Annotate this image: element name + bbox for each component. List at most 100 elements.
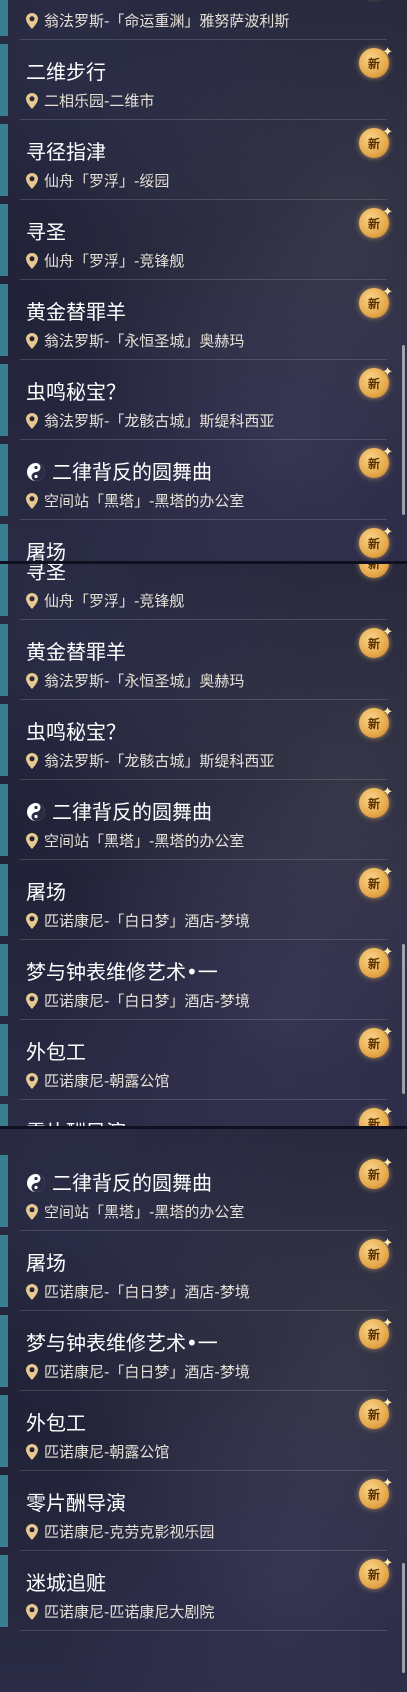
new-badge: 新✦ xyxy=(359,365,393,402)
quest-title: 二维步行 xyxy=(26,60,106,84)
quest-location: 空间站「黑塔」-黑塔的办公室 xyxy=(26,1201,244,1222)
quest-location: 翁法罗斯-「龙骸古城」斯缇科西亚 xyxy=(26,410,274,431)
quest-item[interactable]: 黄金替罪羊 翁法罗斯-「永恒圣城」奥赫玛 新 ✦ xyxy=(0,280,407,360)
quest-title: 零片酬导演 xyxy=(26,1491,126,1515)
new-badge: 新✦ xyxy=(359,1105,393,1126)
quest-item[interactable]: 梦与钟表维修艺术•一 匹诺康尼-「白日梦」酒店-梦境 新 ✦ xyxy=(0,1311,407,1391)
sparkle-icon: ✦ xyxy=(382,705,393,720)
new-badge: 新✦ xyxy=(359,205,393,242)
quest-location: 匹诺康尼-「白日梦」酒店-梦境 xyxy=(26,1361,250,1382)
quest-location: 匹诺康尼-「白日梦」酒店-梦境 xyxy=(26,910,250,931)
quest-item[interactable]: 寻圣仙舟「罗浮」-竞锋舰 新✦ xyxy=(0,564,407,620)
quest-title: 黄金替罪羊 xyxy=(26,640,126,664)
quest-item[interactable]: 屠场 匹诺康尼-「白日梦」酒店-梦境 新 ✦ xyxy=(0,1231,407,1311)
quest-accent-bar xyxy=(0,1395,8,1467)
row-separator xyxy=(20,1630,387,1631)
quest-item[interactable]: 外包工 匹诺康尼-朝露公馆 新 ✦ xyxy=(0,1020,407,1100)
sparkle-icon: ✦ xyxy=(382,1396,393,1411)
new-badge: 新✦ xyxy=(359,0,393,2)
location-pin-icon xyxy=(26,832,38,849)
sparkle-icon: ✦ xyxy=(382,1025,393,1040)
quest-title: 外包工 xyxy=(26,1411,86,1435)
location-pin-icon xyxy=(26,1203,38,1220)
quest-item[interactable]: 翁法罗斯-「命运重渊」雅努萨波利斯 新✦ xyxy=(0,0,407,40)
quest-title: 黄金替罪羊 xyxy=(26,300,126,324)
quest-title: 虫鸣秘宝？ xyxy=(26,380,126,404)
quest-list: 二律背反的圆舞曲 空间站「黑塔」-黑塔的办公室新 ✦ 屠场 匹诺康尼-「白日梦」酒店-梦… xyxy=(0,1151,407,1631)
quest-item[interactable]: 二维步行 二相乐园-二维市 新 ✦ xyxy=(0,40,407,120)
panel-1: 翁法罗斯-「命运重渊」雅努萨波利斯新✦二维步行二相乐园-二维市新✦寻径指津仙舟「… xyxy=(0,0,407,561)
quest-location: 仙舟「罗浮」-竞锋舰 xyxy=(26,250,184,271)
new-badge: 新✦ xyxy=(359,1236,393,1273)
new-badge: 新✦ xyxy=(359,285,393,322)
quest-accent-bar xyxy=(0,1155,8,1227)
quest-accent-bar xyxy=(0,1104,8,1126)
quest-item[interactable]: 二律背反的圆舞曲 空间站「黑塔」-黑塔的办公室 新 ✦ xyxy=(0,440,407,520)
sparkle-icon: ✦ xyxy=(382,285,393,300)
new-badge: 新✦ xyxy=(359,564,393,582)
quest-title: 寻圣 xyxy=(26,220,66,244)
new-badge: 新✦ xyxy=(359,705,393,742)
new-badge: 新✦ xyxy=(359,785,393,822)
quest-title: 迷城追赃 xyxy=(26,1571,106,1595)
scrollbar[interactable] xyxy=(402,944,405,1094)
quest-item[interactable]: 寻径指津 仙舟「罗浮」-绥园 新 ✦ xyxy=(0,120,407,200)
quest-item[interactable]: 屠场 新 ✦ xyxy=(0,520,407,561)
scrollbar[interactable] xyxy=(402,1563,405,1673)
new-badge: 新✦ xyxy=(359,865,393,902)
quest-title: 零片酬导演 xyxy=(26,1116,126,1126)
sparkle-icon: ✦ xyxy=(382,625,393,640)
quest-accent-bar xyxy=(0,864,8,936)
quest-title: 梦与钟表维修艺术•一 xyxy=(26,960,218,984)
sparkle-icon: ✦ xyxy=(382,45,393,60)
location-pin-icon xyxy=(26,1443,38,1460)
quest-location: 空间站「黑塔」-黑塔的办公室 xyxy=(26,830,244,851)
sparkle-icon: ✦ xyxy=(382,785,393,800)
location-pin-icon xyxy=(26,492,38,509)
new-badge: 新✦ xyxy=(359,625,393,662)
quest-accent-bar xyxy=(0,1024,8,1096)
quest-list: 寻圣仙舟「罗浮」-竞锋舰新✦黄金替罪羊翁法罗斯-「永恒圣城」奥赫玛新✦虫鸣秘宝？… xyxy=(0,564,407,1126)
quest-list: 翁法罗斯-「命运重渊」雅努萨波利斯新✦二维步行二相乐园-二维市新✦寻径指津仙舟「… xyxy=(0,0,407,561)
scrollbar[interactable] xyxy=(402,345,405,515)
quest-title: 屠场 xyxy=(26,540,66,561)
quest-location: 匹诺康尼-朝露公馆 xyxy=(26,1441,169,1462)
sparkle-icon: ✦ xyxy=(382,945,393,960)
panel-3: 二律背反的圆舞曲 空间站「黑塔」-黑塔的办公室新 ✦ 屠场 匹诺康尼-「白日梦」酒店-梦… xyxy=(0,1129,407,1692)
sparkle-icon: ✦ xyxy=(382,445,393,460)
quest-item[interactable]: 外包工 匹诺康尼-朝露公馆 新 ✦ xyxy=(0,1391,407,1471)
sparkle-icon: ✦ xyxy=(382,1105,393,1120)
quest-item[interactable]: 零片酬导演 新✦ xyxy=(0,1100,407,1126)
location-pin-icon xyxy=(26,172,38,189)
quest-item[interactable]: 寻圣仙舟「罗浮」-竞锋舰 新✦ xyxy=(0,200,407,280)
quest-accent-bar xyxy=(0,0,8,36)
sparkle-icon: ✦ xyxy=(382,1156,393,1171)
quest-item[interactable]: 黄金替罪羊 翁法罗斯-「永恒圣城」奥赫玛 新 ✦ xyxy=(0,620,407,700)
quest-accent-bar xyxy=(0,704,8,776)
quest-location: 仙舟「罗浮」-竞锋舰 xyxy=(26,590,184,611)
quest-item[interactable]: 二律背反的圆舞曲 空间站「黑塔」-黑塔的办公室 新 ✦ xyxy=(0,780,407,860)
location-pin-icon xyxy=(26,752,38,769)
sparkle-icon: ✦ xyxy=(382,865,393,880)
quest-item[interactable]: 零片酬导演 匹诺康尼-克劳克影视乐园 新 ✦ xyxy=(0,1471,407,1551)
sparkle-icon: ✦ xyxy=(382,1236,393,1251)
quest-item[interactable]: 屠场 匹诺康尼-「白日梦」酒店-梦境 新 ✦ xyxy=(0,860,407,940)
yin-yang-icon xyxy=(27,1174,45,1192)
sparkle-icon: ✦ xyxy=(382,1476,393,1491)
new-badge: 新✦ xyxy=(359,1025,393,1062)
location-pin-icon xyxy=(26,92,38,109)
quest-location: 匹诺康尼-克劳克影视乐园 xyxy=(26,1521,214,1542)
quest-accent-bar xyxy=(0,624,8,696)
new-badge: 新✦ xyxy=(359,1556,393,1593)
quest-item[interactable]: 虫鸣秘宝？ 翁法罗斯-「龙骸古城」斯缇科西亚 新 ✦ xyxy=(0,360,407,440)
quest-item[interactable]: 梦与钟表维修艺术•一 匹诺康尼-「白日梦」酒店-梦境 新 ✦ xyxy=(0,940,407,1020)
quest-title: 虫鸣秘宝？ xyxy=(26,720,126,744)
quest-item[interactable]: 虫鸣秘宝？ 翁法罗斯-「龙骸古城」斯缇科西亚 新 ✦ xyxy=(0,700,407,780)
new-badge: 新✦ xyxy=(359,525,393,561)
location-pin-icon xyxy=(26,412,38,429)
quest-item[interactable]: 迷城追赃 匹诺康尼-匹诺康尼大剧院 新 ✦ xyxy=(0,1551,407,1631)
quest-accent-bar xyxy=(0,1315,8,1387)
new-badge: 新✦ xyxy=(359,445,393,482)
quest-item[interactable]: 二律背反的圆舞曲 空间站「黑塔」-黑塔的办公室 新 ✦ xyxy=(0,1151,407,1231)
location-pin-icon xyxy=(26,1363,38,1380)
